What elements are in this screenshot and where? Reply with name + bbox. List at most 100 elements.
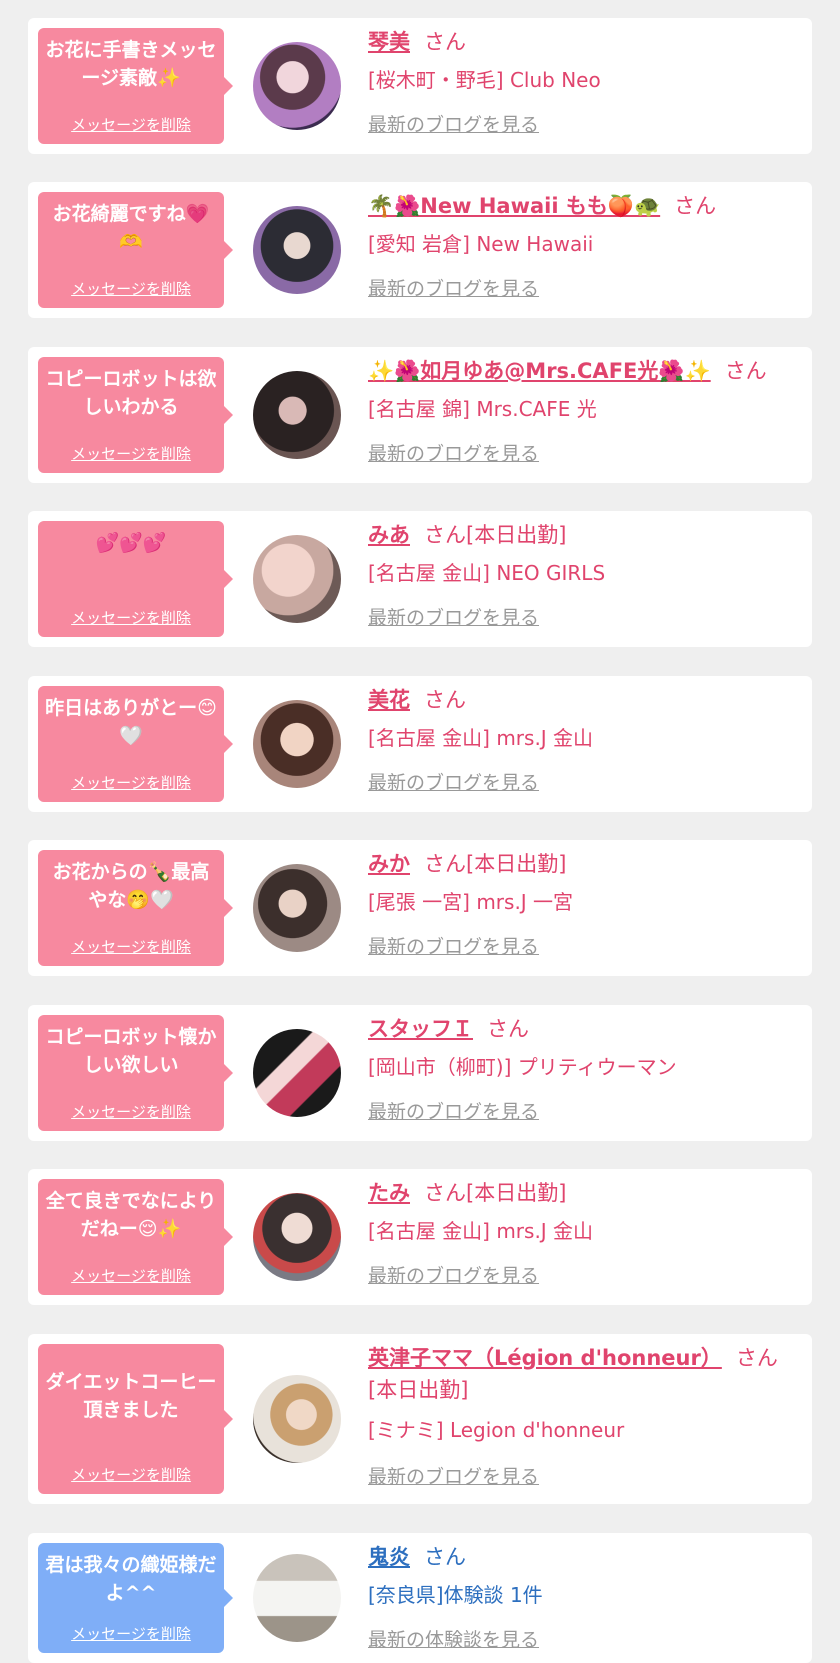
avatar[interactable]: [253, 42, 341, 130]
latest-blog-link[interactable]: 最新のブログを見る: [368, 932, 539, 959]
avatar[interactable]: [253, 1029, 341, 1117]
latest-blog-link[interactable]: 最新のブログを見る: [368, 110, 539, 137]
honorific-label: さん: [424, 1545, 466, 1569]
sender-line: たみ さん[本日出勤]: [368, 1177, 794, 1209]
delete-message-link[interactable]: メッセージを削除: [38, 1101, 224, 1122]
shop-info: [ミナミ] Legion d'honneur: [368, 1418, 625, 1442]
latest-blog-link[interactable]: 最新の体験談を見る: [368, 1625, 539, 1652]
message-text: コピーロボットは欲しいわかる: [45, 368, 217, 418]
honorific-label: さん[本日出勤]: [424, 852, 567, 876]
shop-info: [尾張 一宮] mrs.J 一宮: [368, 890, 574, 914]
message-text: ダイエットコーヒー頂きました: [45, 1371, 217, 1421]
message-card: コピーロボットは欲しいわかるメッセージを削除 ✨🌺如月ゆあ@Mrs.CAFE光🌺✨…: [28, 347, 812, 483]
latest-blog-link[interactable]: 最新のブログを見る: [368, 1462, 539, 1489]
shop-info: [愛知 岩倉] New Hawaii: [368, 232, 594, 256]
sender-name-link[interactable]: 美花: [368, 688, 410, 712]
sender-name-link[interactable]: たみ: [368, 1181, 410, 1205]
shop-info: [名古屋 錦] Mrs.CAFE 光: [368, 397, 597, 421]
message-text: お花に手書きメッセージ素敵✨: [45, 39, 217, 89]
honorific-label: さん[本日出勤]: [424, 1181, 567, 1205]
latest-blog-link[interactable]: 最新のブログを見る: [368, 768, 539, 795]
shop-info: [奈良県]体験談 1件: [368, 1583, 543, 1607]
message-text: 💕💕💕: [95, 532, 167, 554]
avatar[interactable]: [253, 1554, 341, 1642]
sender-line: ✨🌺如月ゆあ@Mrs.CAFE光🌺✨ さん: [368, 355, 794, 387]
message-text: コピーロボット懐かしい欲しい: [45, 1026, 217, 1076]
sender-name-link[interactable]: スタッフＩ: [368, 1017, 473, 1041]
honorific-label: さん: [674, 194, 717, 218]
honorific-label: さん: [424, 688, 466, 712]
latest-blog-link[interactable]: 最新のブログを見る: [368, 1261, 539, 1288]
delete-message-link[interactable]: メッセージを削除: [38, 1265, 224, 1286]
sender-line: 🌴🌺New Hawaii もも🍑🐢 さん: [368, 190, 794, 222]
honorific-label: さん: [424, 30, 466, 54]
honorific-label: さん[本日出勤]: [424, 523, 567, 547]
latest-blog-link[interactable]: 最新のブログを見る: [368, 439, 539, 466]
avatar[interactable]: [253, 1375, 341, 1463]
message-text: 昨日はありがとー😊🤍: [45, 697, 217, 747]
sender-name-link[interactable]: 鬼炎: [368, 1545, 410, 1569]
honorific-label: さん: [724, 359, 767, 383]
message-bubble: 君は我々の織姫様だよ^^ メッセージを削除: [38, 1543, 233, 1653]
message-card: 君は我々の織姫様だよ^^ メッセージを削除 鬼炎 さん [奈良県]体験談 1件 最新の体験…: [28, 1533, 812, 1663]
shop-info: [岡山市（柳町)] プリティウーマン: [368, 1055, 677, 1079]
latest-blog-link[interactable]: 最新のブログを見る: [368, 274, 539, 301]
message-bubble: 💕💕💕 メッセージを削除: [38, 521, 233, 637]
delete-message-link[interactable]: メッセージを削除: [38, 1623, 224, 1644]
delete-message-link[interactable]: メッセージを削除: [38, 772, 224, 793]
sender-line: みか さん[本日出勤]: [368, 848, 794, 880]
message-card: お花に手書きメッセージ素敵✨ メッセージを削除 琴美 さん [桜木町・野毛] Club …: [28, 18, 812, 154]
sender-line: 英津子ママ（Légion d'honneur） さん[本日出勤]: [368, 1342, 794, 1406]
message-card: コピーロボット懐かしい欲しいメッセージを削除 スタッフＩ さん [岡山市（柳町)] プ…: [28, 1005, 812, 1141]
message-bubble: コピーロボット懐かしい欲しいメッセージを削除: [38, 1015, 233, 1131]
shop-info: [名古屋 金山] mrs.J 金山: [368, 726, 594, 750]
message-bubble: ダイエットコーヒー頂きましたメッセージを削除: [38, 1344, 233, 1494]
latest-blog-link[interactable]: 最新のブログを見る: [368, 603, 539, 630]
avatar[interactable]: [253, 535, 341, 623]
avatar[interactable]: [253, 1193, 341, 1281]
latest-blog-link[interactable]: 最新のブログを見る: [368, 1097, 539, 1124]
message-bubble: 昨日はありがとー😊🤍 メッセージを削除: [38, 686, 233, 802]
avatar[interactable]: [253, 206, 341, 294]
message-card: お花綺麗ですね💗🫶 メッセージを削除 🌴🌺New Hawaii もも🍑🐢 さん [愛知 …: [28, 182, 812, 318]
message-card: 全て良きでなによりだねー😌✨ メッセージを削除 たみ さん[本日出勤] [名古屋 金山]…: [28, 1169, 812, 1305]
delete-message-link[interactable]: メッセージを削除: [38, 1464, 224, 1485]
delete-message-link[interactable]: メッセージを削除: [38, 936, 224, 957]
message-bubble: お花に手書きメッセージ素敵✨ メッセージを削除: [38, 28, 233, 144]
sender-line: 美花 さん: [368, 684, 794, 716]
message-card: お花からの🍾最高やな🤭🤍 メッセージを削除 みか さん[本日出勤] [尾張 一宮] mr…: [28, 840, 812, 976]
delete-message-link[interactable]: メッセージを削除: [38, 607, 224, 628]
message-list: お花に手書きメッセージ素敵✨ メッセージを削除 琴美 さん [桜木町・野毛] Club …: [0, 0, 840, 1663]
shop-info: [名古屋 金山] NEO GIRLS: [368, 561, 606, 585]
avatar[interactable]: [253, 864, 341, 952]
sender-line: 琴美 さん: [368, 26, 794, 58]
message-text: お花からの🍾最高やな🤭🤍: [52, 861, 210, 911]
sender-line: 鬼炎 さん: [368, 1541, 794, 1573]
message-bubble: お花からの🍾最高やな🤭🤍 メッセージを削除: [38, 850, 233, 966]
message-card: 昨日はありがとー😊🤍 メッセージを削除 美花 さん [名古屋 金山] mrs.J 金山最…: [28, 676, 812, 812]
avatar[interactable]: [253, 700, 341, 788]
message-text: お花綺麗ですね💗🫶: [52, 203, 210, 253]
message-bubble: お花綺麗ですね💗🫶 メッセージを削除: [38, 192, 233, 308]
message-card: ダイエットコーヒー頂きましたメッセージを削除 英津子ママ（Légion d'hon…: [28, 1334, 812, 1504]
delete-message-link[interactable]: メッセージを削除: [38, 443, 224, 464]
sender-name-link[interactable]: ✨🌺如月ゆあ@Mrs.CAFE光🌺✨: [368, 359, 711, 383]
message-bubble: コピーロボットは欲しいわかるメッセージを削除: [38, 357, 233, 473]
sender-name-link[interactable]: みあ: [368, 523, 410, 547]
message-text: 全て良きでなによりだねー😌✨: [45, 1190, 217, 1240]
shop-info: [桜木町・野毛] Club Neo: [368, 68, 601, 92]
sender-name-link[interactable]: 英津子ママ（Légion d'honneur）: [368, 1346, 722, 1370]
message-bubble: 全て良きでなによりだねー😌✨ メッセージを削除: [38, 1179, 233, 1295]
message-card: 💕💕💕 メッセージを削除 みあ さん[本日出勤] [名古屋 金山] NEO GIRLS 最…: [28, 511, 812, 647]
sender-name-link[interactable]: みか: [368, 852, 410, 876]
message-text: 君は我々の織姫様だよ^^: [45, 1554, 217, 1604]
avatar[interactable]: [253, 371, 341, 459]
sender-line: スタッフＩ さん: [368, 1013, 794, 1045]
shop-info: [名古屋 金山] mrs.J 金山: [368, 1219, 594, 1243]
sender-line: みあ さん[本日出勤]: [368, 519, 794, 551]
sender-name-link[interactable]: 🌴🌺New Hawaii もも🍑🐢: [368, 194, 660, 218]
delete-message-link[interactable]: メッセージを削除: [38, 278, 224, 299]
delete-message-link[interactable]: メッセージを削除: [38, 114, 224, 135]
sender-name-link[interactable]: 琴美: [368, 30, 410, 54]
honorific-label: さん: [487, 1017, 529, 1041]
